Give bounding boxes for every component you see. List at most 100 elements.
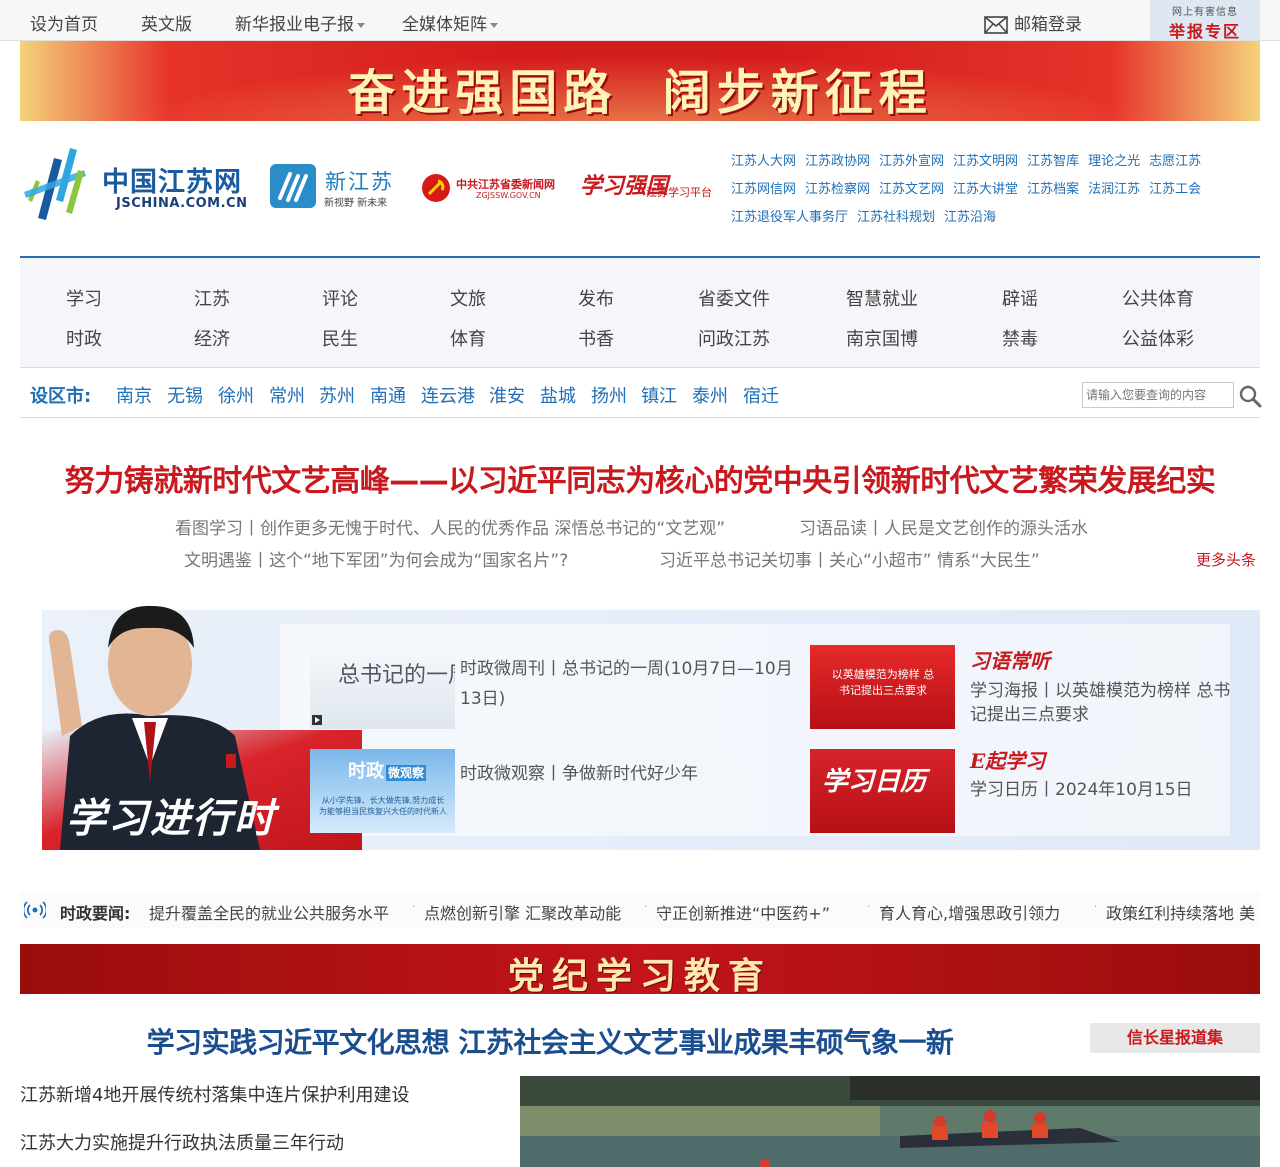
city-link[interactable]: 无锡 [167,382,203,408]
report-zone-button[interactable]: 网上有害信息 举报专区 [1150,0,1260,41]
sitelinks-row: 江苏网信网 江苏检察网 江苏文艺网 江苏大讲堂 江苏档案 法润江苏 江苏工会 [731,178,1261,206]
sitelink[interactable]: 志愿江苏 [1149,154,1201,169]
city-link[interactable]: 徐州 [218,382,254,408]
ticker-item[interactable]: 育人育心,增强思政引领力 [879,900,1060,924]
nav-item[interactable]: 时政 [66,320,102,360]
city-link[interactable]: 宿迁 [743,382,779,408]
study-thumb-poster[interactable]: 以英雄模范为榜样 总书记提出三点要求 [810,645,955,729]
sitelink[interactable]: 江苏沿海 [944,210,996,225]
sub-headline[interactable]: 习语品读丨人民是文艺创作的源头活水 [799,514,1088,539]
city-link[interactable]: 苏州 [319,382,355,408]
sitelink[interactable]: 法润江苏 [1088,182,1140,197]
city-link[interactable]: 淮安 [489,382,525,408]
sitelink[interactable]: 江苏大讲堂 [953,182,1018,197]
nav-item[interactable]: 辟谣 [1002,280,1038,320]
nav-item[interactable]: 智慧就业 [846,280,918,320]
ticker-item[interactable]: 点燃创新引擎 汇聚改革动能 [424,900,621,924]
set-home-link[interactable]: 设为首页 [30,10,98,35]
main-nav: 学习 时政 江苏 经济 评论 民生 文旅 体育 发布 书香 省委文件 问政江苏 智慧就业 南京… [20,256,1260,368]
study-thumb-calendar[interactable]: 学习日历 [810,749,955,833]
sitelink[interactable]: 江苏文艺网 [879,182,944,197]
section-title[interactable]: 学习实践习近平文化思想 江苏社会主义文艺事业成果丰硕气象一新 [0,1021,1100,1061]
nav-column: 发布 书香 [578,280,614,360]
nav-column: 评论 民生 [322,280,358,360]
xinjiangsu-slogan: 新视野 新未来 [324,198,388,209]
rescue-boat-photo[interactable] [520,1076,1260,1167]
sitelink[interactable]: 江苏工会 [1149,182,1201,197]
sub-headline[interactable]: 习近平总书记关切事丨关心“小超市” 情系“大民生” [659,546,1040,571]
city-link[interactable]: 连云港 [421,382,475,408]
nav-item[interactable]: 经济 [194,320,230,360]
nav-item[interactable]: 江苏 [194,280,230,320]
english-link[interactable]: 英文版 [141,10,192,35]
zgjssw-logo[interactable]: 中共江苏省委新闻网 ZGJSSW.GOV.CN [420,170,570,206]
eqi-xuexi-logo: E起学习 [970,749,1046,773]
sitelink[interactable]: 江苏文明网 [953,154,1018,169]
party-banner-text: 党纪学习教育 [507,955,772,994]
matrix-dropdown[interactable]: 全媒体矩阵 [402,10,498,35]
city-link[interactable]: 常州 [269,382,305,408]
city-link[interactable]: 南通 [370,382,406,408]
study-thumb-observe[interactable]: 时政 微观察 从小学先锋、长大做先锋,努力成长为能够担当民族复兴大任的时代新人 [310,749,455,833]
sitelink[interactable]: 江苏网信网 [731,182,796,197]
top-banner[interactable]: 奋进强国路 阔步新征程 [20,41,1260,121]
study-caption[interactable]: 学习海报丨以英雄模范为榜样 总书记提出三点要求 [970,679,1235,727]
study-caption[interactable]: 时政微周刊丨总书记的一周(10月7日—10月13日) [460,654,805,714]
headline-title[interactable]: 努力铸就新时代文艺高峰——以习近平同志为核心的党中央引领新时代文艺繁荣发展纪实 [0,456,1280,500]
nav-item[interactable]: 民生 [322,320,358,360]
chevron-down-icon [490,22,498,28]
sitelink[interactable]: 江苏退役军人事务厅 [731,210,848,225]
xuexi-qiangguo-logo[interactable]: 学习强国 江苏学习平台 [580,166,720,206]
sitelink[interactable]: 江苏智库 [1027,154,1079,169]
sitelink[interactable]: 理论之光 [1088,154,1140,169]
study-thumb-calendar-text: 学习日历 [822,767,927,797]
study-thumb-weekly[interactable]: 总书记的一周 [310,645,455,729]
search-input[interactable] [1082,382,1234,408]
sitelink[interactable]: 江苏档案 [1027,182,1079,197]
sub-headline[interactable]: 文明遇鉴丨这个“地下军团”为何会成为“国家名片”? [184,546,568,571]
sitelink[interactable]: 江苏政协网 [805,154,870,169]
nav-item[interactable]: 体育 [450,320,486,360]
jschina-logo[interactable]: 中国江苏网 JSCHINA.COM.CN [20,140,260,225]
sitelink[interactable]: 江苏人大网 [731,154,796,169]
study-caption[interactable]: 时政微观察丨争做新时代好少年 [460,759,790,789]
banner-text: 奋进强国路 阔步新征程 [347,65,933,121]
city-link[interactable]: 泰州 [692,382,728,408]
city-link[interactable]: 盐城 [540,382,576,408]
city-link[interactable]: 镇江 [641,382,677,408]
mail-login-link[interactable]: 邮箱登录 [984,10,1082,35]
nav-item[interactable]: 评论 [322,280,358,320]
party-discipline-banner[interactable]: 党纪学习教育 [20,944,1260,994]
nav-item[interactable]: 南京国博 [846,320,918,360]
epaper-dropdown[interactable]: 新华报业电子报 [235,10,365,35]
nav-item[interactable]: 问政江苏 [698,320,770,360]
mail-login-label: 邮箱登录 [1014,15,1082,35]
city-link[interactable]: 扬州 [591,382,627,408]
ticker-item[interactable]: 提升覆盖全民的就业公共服务水平 [149,900,389,924]
more-headlines-link[interactable]: 更多头条 [1196,549,1256,570]
nav-item[interactable]: 发布 [578,280,614,320]
sitelink[interactable]: 江苏外宣网 [879,154,944,169]
nav-item[interactable]: 学习 [66,280,102,320]
sitelink[interactable]: 江苏社科规划 [857,210,935,225]
nav-item[interactable]: 书香 [578,320,614,360]
city-link[interactable]: 南京 [116,382,152,408]
news-item[interactable]: 江苏大力实施提升行政执法质量三年行动 [20,1129,344,1155]
nav-item[interactable]: 禁毒 [1002,320,1038,360]
search-icon[interactable] [1238,384,1262,408]
sitelink[interactable]: 江苏检察网 [805,182,870,197]
ticker-item[interactable]: 政策红利持续落地 美 [1106,900,1255,924]
nav-item[interactable]: 省委文件 [698,280,770,320]
sitelinks: 江苏人大网 江苏政协网 江苏外宣网 江苏文明网 江苏智库 理论之光 志愿江苏 江苏网信网 江苏… [731,150,1261,234]
news-item[interactable]: 江苏新增4地开展传统村落集中连片保护利用建设 [20,1081,409,1107]
sub-headline[interactable]: 看图学习丨创作更多无愧于时代、人民的优秀作品 深悟总书记的“文艺观” [175,514,725,539]
study-thumb-weekly-title: 总书记的一周 [338,663,455,688]
xinjiangsu-logo[interactable]: 新江苏 新视野 新未来 [270,164,410,210]
nav-item[interactable]: 公共体育 [1122,280,1194,320]
ticker-item[interactable]: 守正创新推进“中医药+” [656,900,830,924]
chevron-down-icon [357,22,365,28]
nav-item[interactable]: 公益体彩 [1122,320,1194,360]
study-caption[interactable]: 学习日历丨2024年10月15日 [970,778,1235,802]
xinchangxing-report-button[interactable]: 信长星报道集 [1090,1023,1260,1053]
nav-item[interactable]: 文旅 [450,280,486,320]
